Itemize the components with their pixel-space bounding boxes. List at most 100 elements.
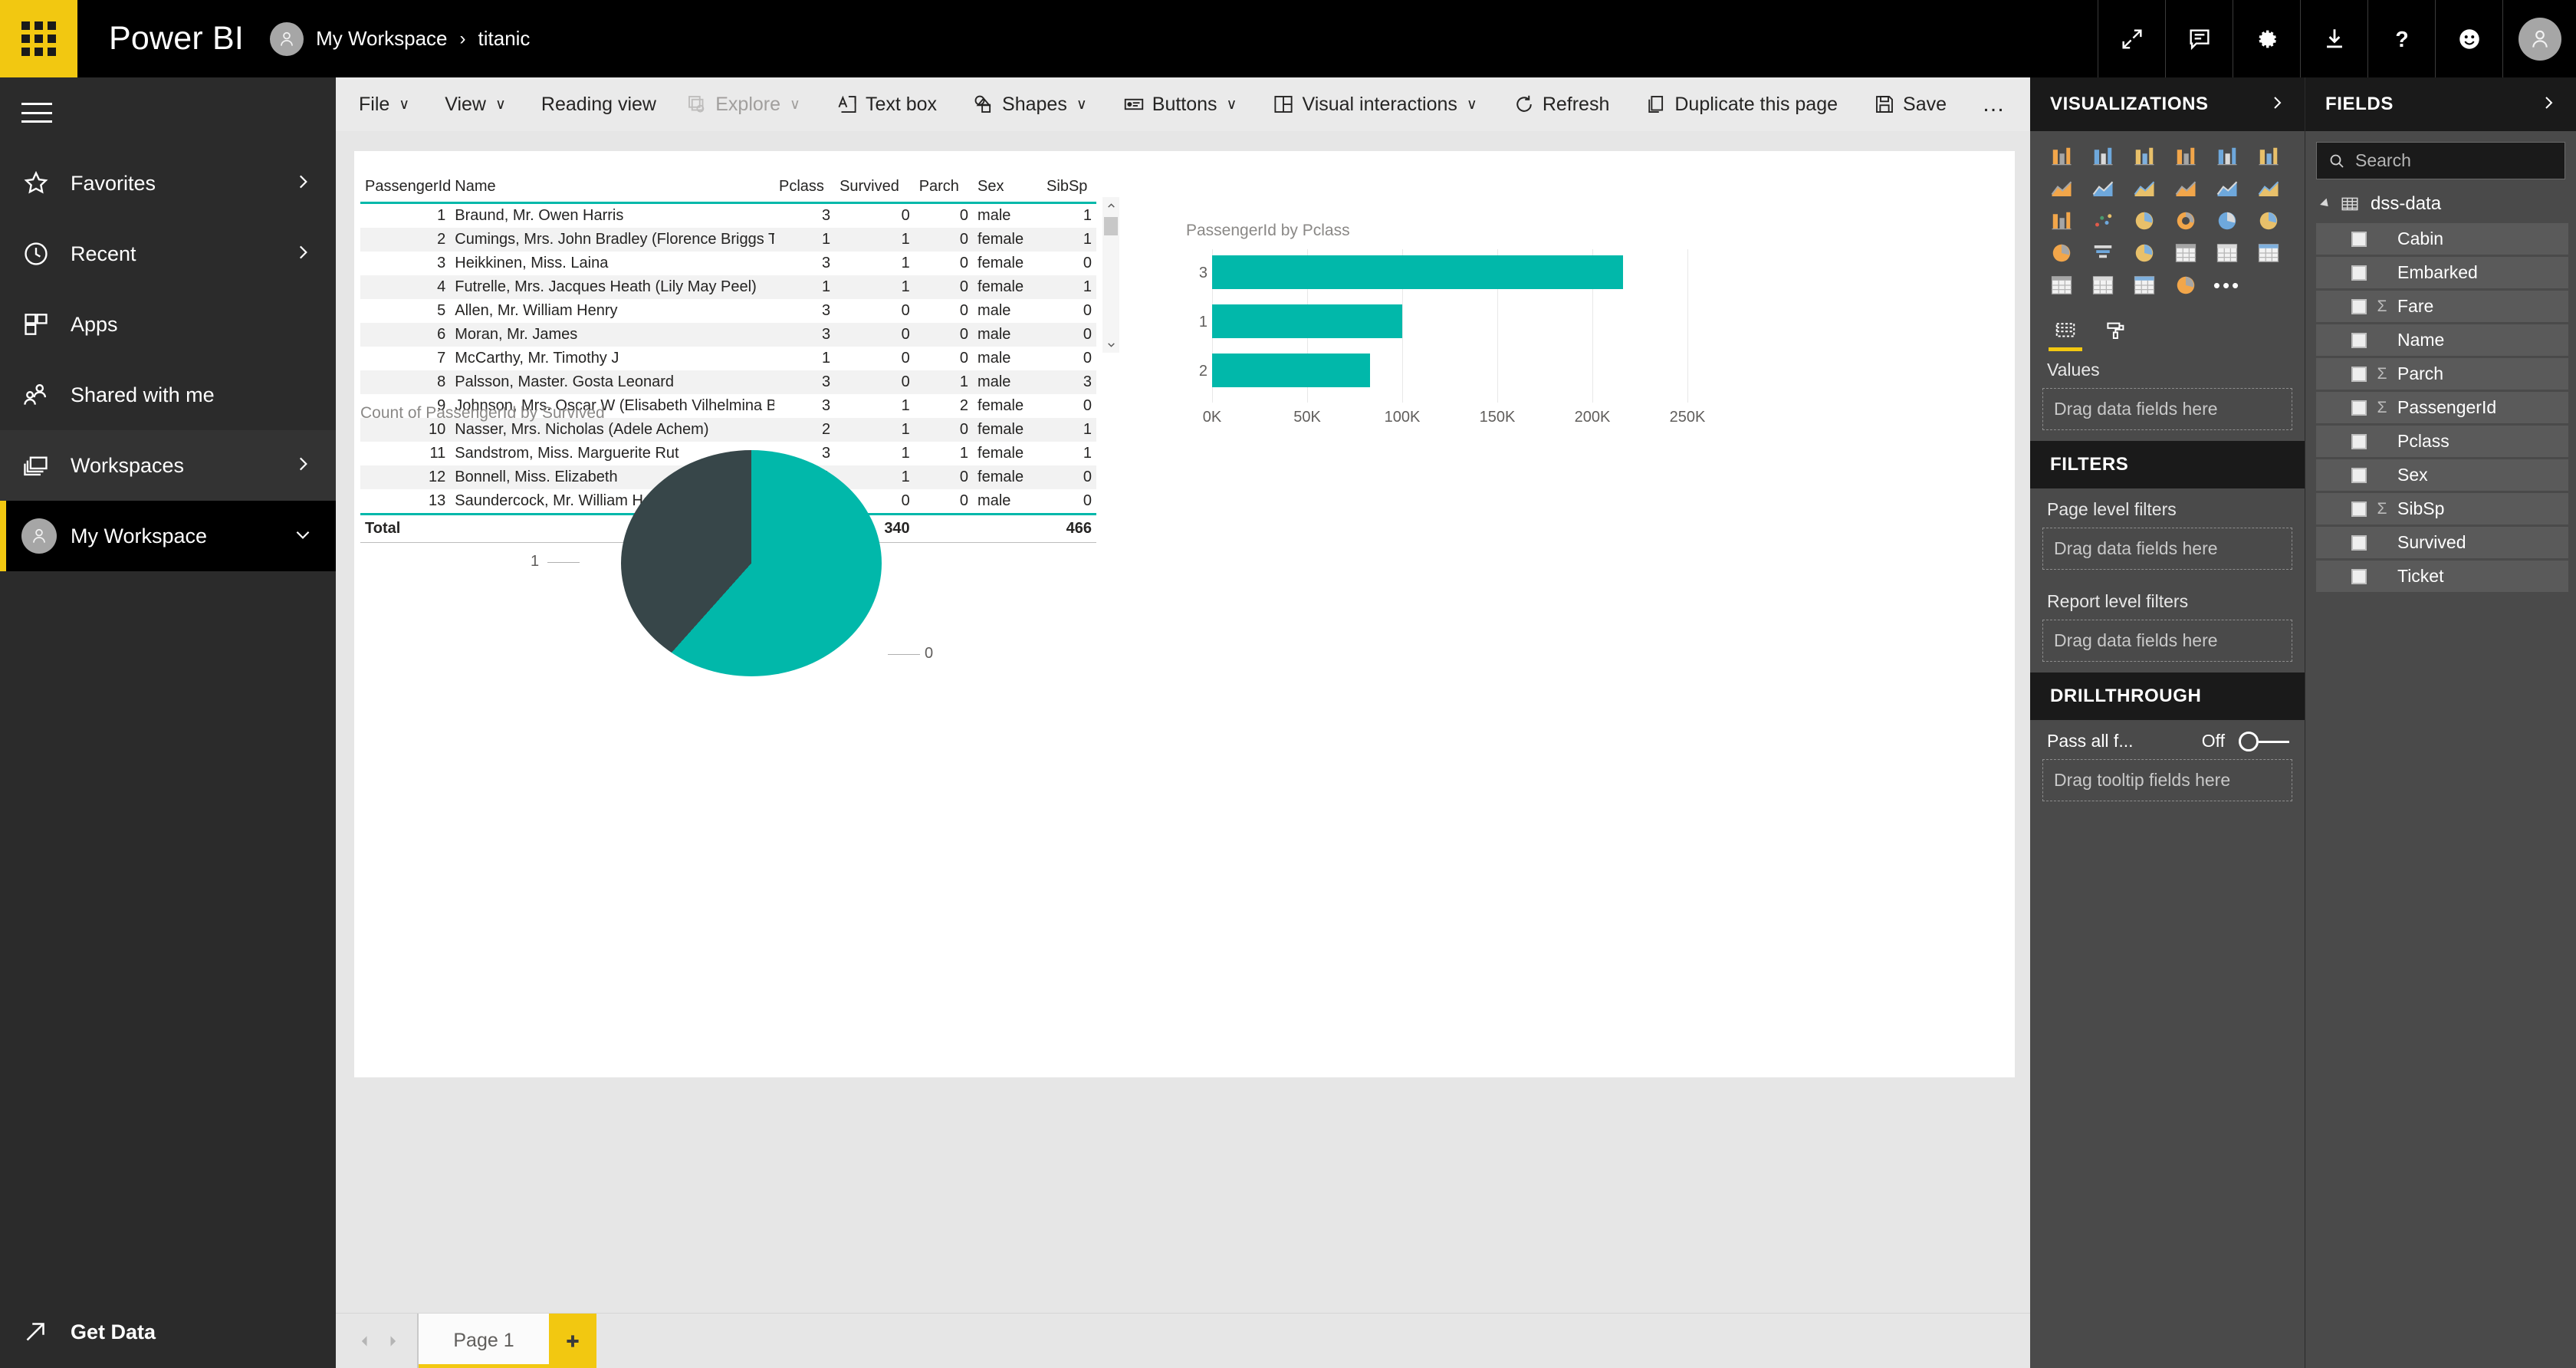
col-header-sex[interactable]: Sex [973, 176, 1043, 204]
field-checkbox[interactable] [2351, 366, 2367, 382]
kpi-icon[interactable] [2248, 237, 2289, 269]
breadcrumb-workspace[interactable]: My Workspace [316, 27, 447, 51]
col-header-name[interactable]: Name [450, 176, 774, 204]
page-tab-page-1[interactable]: Page 1 [419, 1314, 549, 1368]
pie-chart-visual[interactable]: Count of PassengerId by Survived 1 0 [360, 404, 1119, 726]
field-checkbox[interactable] [2351, 400, 2367, 416]
col-header-parch[interactable]: Parch [914, 176, 974, 204]
fields-table-dss-data[interactable]: dss-data [2305, 187, 2576, 221]
scatter-chart-icon[interactable] [2082, 205, 2124, 237]
breadcrumb-report[interactable]: titanic [478, 27, 531, 51]
table-row[interactable]: 3 Heikkinen, Miss. Laina 3 1 0 female 0 [360, 252, 1096, 275]
report-level-filters-dropzone[interactable]: Drag data fields here [2042, 620, 2292, 662]
pie-chart-icon[interactable] [2124, 205, 2165, 237]
field-checkbox[interactable] [2351, 568, 2367, 584]
search-input[interactable] [2355, 150, 2554, 171]
user-account-button[interactable] [2502, 0, 2576, 77]
visual-interactions-button[interactable]: Visual interactions ∨ [1272, 93, 1477, 116]
field-item[interactable]: ΣSex [2316, 459, 2568, 491]
refresh-button[interactable]: Refresh [1513, 93, 1609, 116]
field-item[interactable]: ΣCabin [2316, 223, 2568, 255]
visualizations-collapse-button[interactable] [2268, 94, 2286, 116]
arcgis-map-icon[interactable] [2165, 269, 2206, 301]
clustered-column-chart-icon[interactable] [2165, 140, 2206, 173]
line-chart-icon[interactable] [2041, 173, 2082, 205]
settings-button[interactable] [2233, 0, 2300, 77]
treemap-icon[interactable] [2206, 205, 2248, 237]
field-item[interactable]: ΣTicket [2316, 561, 2568, 592]
get-data-button[interactable]: Get Data [0, 1296, 336, 1368]
bar[interactable] [1212, 354, 1370, 387]
table-row[interactable]: 2 Cumings, Mrs. John Bradley (Florence Br… [360, 228, 1096, 252]
table-visual[interactable]: PassengerId Name Pclass Survived Parch S… [360, 176, 1119, 543]
slicer-icon[interactable] [2041, 269, 2082, 301]
field-item[interactable]: Σ Fare [2316, 291, 2568, 322]
field-item[interactable]: ΣPclass [2316, 426, 2568, 457]
field-checkbox[interactable] [2351, 534, 2367, 551]
scroll-up-button[interactable] [1102, 197, 1119, 214]
waffle-menu-button[interactable] [0, 0, 77, 77]
pie-slices[interactable] [621, 450, 882, 676]
stacked-bar-chart-icon[interactable] [2041, 140, 2082, 173]
col-header-passengerid[interactable]: PassengerId [360, 176, 451, 204]
duplicate-page-button[interactable]: Duplicate this page [1644, 93, 1838, 116]
tooltip-fields-dropzone[interactable]: Drag tooltip fields here [2042, 759, 2292, 801]
field-checkbox[interactable] [2351, 433, 2367, 449]
area-chart-icon[interactable] [2082, 173, 2124, 205]
sidebar-item-workspaces[interactable]: Workspaces [0, 430, 336, 501]
smiley-button[interactable] [2435, 0, 2502, 77]
field-item[interactable]: Σ Parch [2316, 358, 2568, 390]
field-item[interactable]: ΣEmbarked [2316, 257, 2568, 288]
sidebar-item-my-workspace[interactable]: My Workspace [0, 501, 336, 571]
line-stacked-column-chart-icon[interactable] [2165, 173, 2206, 205]
feedback-button[interactable] [2165, 0, 2233, 77]
stacked-area-chart-icon[interactable] [2124, 173, 2165, 205]
sidebar-item-shared-with-me[interactable]: Shared with me [0, 360, 336, 430]
bar[interactable] [1212, 255, 1623, 289]
field-item[interactable]: ΣName [2316, 324, 2568, 356]
line-clustered-column-chart-icon[interactable] [2206, 173, 2248, 205]
page-prev-button[interactable] [351, 1333, 379, 1350]
download-button[interactable] [2300, 0, 2367, 77]
page-next-button[interactable] [379, 1333, 406, 1350]
more-options-button[interactable]: … [1982, 93, 2007, 116]
col-header-pclass[interactable]: Pclass [774, 176, 836, 204]
field-checkbox[interactable] [2351, 501, 2367, 517]
table-icon[interactable] [2082, 269, 2124, 301]
field-item[interactable]: Σ SibSp [2316, 493, 2568, 525]
page-level-filters-dropzone[interactable]: Drag data fields here [2042, 528, 2292, 570]
field-checkbox[interactable] [2351, 467, 2367, 483]
buttons-button[interactable]: Buttons ∨ [1122, 93, 1237, 116]
table-row[interactable]: 5 Allen, Mr. William Henry 3 0 0 male 0 [360, 299, 1096, 323]
explore-button[interactable]: Explore ∨ [685, 93, 800, 116]
shapes-button[interactable]: Shapes ∨ [972, 93, 1087, 116]
field-checkbox[interactable] [2351, 332, 2367, 348]
gauge-icon[interactable] [2124, 237, 2165, 269]
filled-map-icon[interactable] [2041, 237, 2082, 269]
field-item[interactable]: Σ PassengerId [2316, 392, 2568, 423]
values-dropzone[interactable]: Drag data fields here [2042, 388, 2292, 430]
fields-search-box[interactable] [2316, 142, 2565, 179]
table-row[interactable]: 8 Palsson, Master. Gosta Leonard 3 0 1 male 3 [360, 370, 1096, 394]
bar-chart-visual[interactable]: PassengerId by Pclass 3 1 2 0K 50K 100K 150K 2… [1186, 222, 1707, 444]
power-bi-logo-text[interactable]: Power BI [109, 22, 244, 55]
100-stacked-column-chart-icon[interactable] [2248, 140, 2289, 173]
waterfall-chart-icon[interactable] [2041, 205, 2082, 237]
report-canvas[interactable]: PassengerId Name Pclass Survived Parch S… [354, 151, 2015, 1077]
sidebar-item-apps[interactable]: Apps [0, 289, 336, 360]
card-icon[interactable] [2165, 237, 2206, 269]
field-item[interactable]: ΣSurvived [2316, 527, 2568, 558]
format-tab[interactable] [2095, 313, 2137, 348]
reading-view-button[interactable]: Reading view [541, 94, 656, 116]
sidebar-item-recent[interactable]: Recent [0, 219, 336, 289]
bar[interactable] [1212, 304, 1402, 338]
file-menu-button[interactable]: File ∨ [359, 94, 409, 116]
matrix-icon[interactable] [2124, 269, 2165, 301]
clustered-bar-chart-icon[interactable] [2124, 140, 2165, 173]
map-icon[interactable] [2248, 205, 2289, 237]
field-checkbox[interactable] [2351, 298, 2367, 314]
save-button[interactable]: Save [1873, 93, 1947, 116]
fullscreen-button[interactable] [2098, 0, 2165, 77]
more-visuals-icon[interactable]: ••• [2206, 269, 2248, 301]
field-checkbox[interactable] [2351, 265, 2367, 281]
